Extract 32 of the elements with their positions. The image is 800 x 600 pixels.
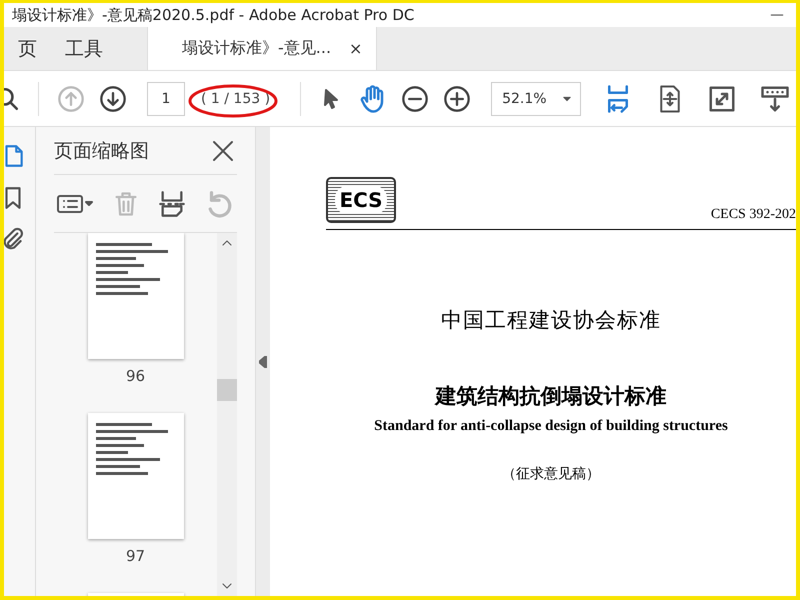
close-icon — [211, 138, 235, 162]
zoom-out-icon — [401, 84, 430, 112]
scrollbar[interactable] — [217, 233, 237, 596]
nav-tab[interactable]: 工具 — [51, 27, 117, 70]
left-triangle-icon — [259, 356, 267, 368]
page-thumbnail[interactable] — [88, 233, 184, 359]
expand-icon — [707, 84, 738, 114]
page-number-label: 97 — [126, 547, 146, 565]
document-subtitle: Standard for anti-collapse design of building structures — [374, 418, 728, 435]
page-number-field[interactable]: 1 — [147, 82, 185, 116]
page-count: ( 1 / 153 ) — [195, 90, 276, 106]
insert-page-icon — [158, 190, 186, 218]
logo-text: ECS — [335, 186, 387, 214]
zoom-in-icon — [443, 84, 472, 112]
nav-tab[interactable]: 页 — [4, 27, 51, 70]
panel-title: 页面缩略图 — [54, 138, 149, 164]
zoom-dropdown[interactable]: 52.1% — [491, 82, 582, 116]
collapse-handle[interactable] — [256, 127, 270, 596]
keyboard-arrow-icon — [759, 84, 792, 114]
standard-code: CECS 392-202 — [710, 207, 796, 223]
page-number-label: 96 — [126, 367, 146, 385]
scrollbar-thumb[interactable] — [217, 379, 237, 401]
organization-name: 中国工程建设协会标准 — [441, 307, 661, 334]
page-thumbnail[interactable] — [88, 413, 184, 539]
page-icon — [4, 143, 26, 169]
document-title: 建筑结构抗倒塌设计标准 — [436, 382, 666, 410]
window-title: 塌设计标准》-意见稿2020.5.pdf - Adobe Acrobat Pro DC — [12, 6, 414, 24]
document-tab[interactable]: 塌设计标准》-意见... × — [147, 27, 378, 70]
minimize-button[interactable] — [768, 12, 786, 18]
minimize-icon — [770, 14, 784, 16]
close-tab-button[interactable]: × — [349, 39, 362, 58]
draft-note: （征求意见稿） — [502, 465, 600, 483]
